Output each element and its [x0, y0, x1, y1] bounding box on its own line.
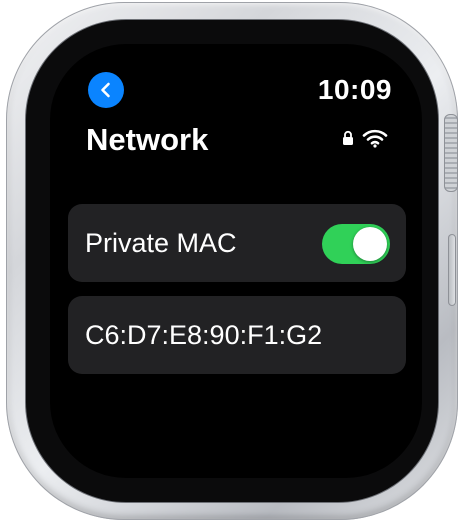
watch-device: 10:09 Network Private MAC C6:D7:E8:90:F1… [0, 0, 464, 524]
page-title: Network [86, 122, 209, 157]
digital-crown[interactable] [444, 114, 458, 192]
mac-address-value: C6:D7:E8:90:F1:G2 [85, 320, 323, 350]
wifi-icon [362, 129, 388, 148]
back-button[interactable] [88, 72, 124, 108]
private-mac-label: Private MAC [85, 228, 237, 258]
private-mac-toggle[interactable] [322, 224, 390, 264]
side-button[interactable] [448, 234, 456, 306]
lock-icon [343, 130, 353, 145]
mac-address-row: C6:D7:E8:90:F1:G2 [68, 296, 406, 374]
watch-screen: 10:09 Network Private MAC C6:D7:E8:90:F1… [50, 44, 422, 478]
clock-time: 10:09 [317, 74, 392, 105]
network-status-icons [342, 128, 388, 148]
toggle-knob [353, 227, 387, 261]
watch-case: 10:09 Network Private MAC C6:D7:E8:90:F1… [6, 2, 458, 520]
chevron-left-icon [101, 82, 110, 98]
private-mac-row[interactable]: Private MAC [68, 204, 406, 282]
